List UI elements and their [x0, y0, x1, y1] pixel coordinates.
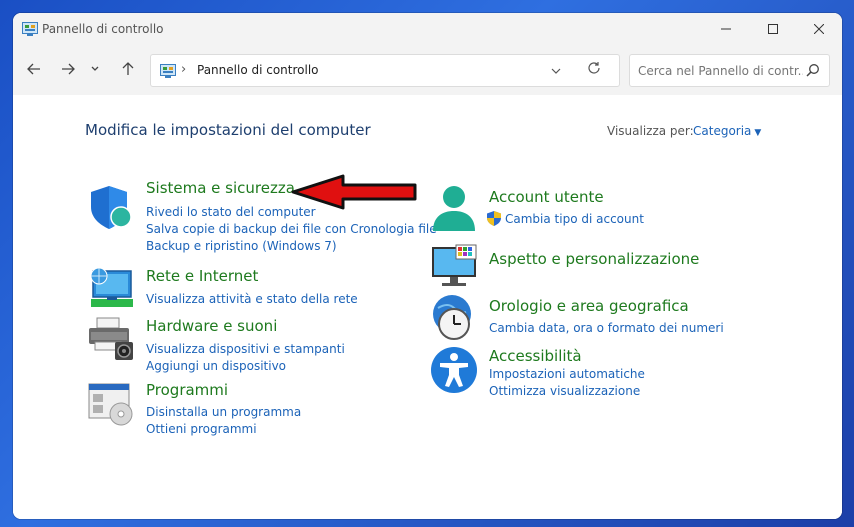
user-icon[interactable]	[430, 185, 478, 233]
category-title-clock-region[interactable]: Orologio e area geografica	[489, 297, 689, 315]
close-button[interactable]	[796, 13, 842, 45]
category-clock-region: Orologio e area geografica Cambia data, …	[430, 294, 810, 342]
annotation-arrow-icon	[291, 174, 417, 210]
view-by-label: Visualizza per:	[607, 124, 694, 138]
shield-icon[interactable]	[87, 183, 135, 231]
recent-locations-button[interactable]	[88, 58, 102, 80]
arrow-left-icon	[27, 63, 40, 75]
category-appearance: Aspetto e personalizzazione	[430, 243, 810, 286]
category-title-system-security[interactable]: Sistema e sicurezza	[146, 179, 295, 197]
link-change-account-type[interactable]: Cambia tipo di account	[505, 212, 644, 226]
up-button[interactable]	[117, 58, 139, 80]
category-title-appearance[interactable]: Aspetto e personalizzazione	[489, 250, 699, 268]
link-network-status[interactable]: Visualizza attività e stato della rete	[146, 292, 358, 306]
minimize-button[interactable]	[703, 13, 749, 45]
link-get-programs[interactable]: Ottieni programmi	[146, 422, 257, 436]
category-title-hardware-sound[interactable]: Hardware e suoni	[146, 317, 277, 335]
link-add-device[interactable]: Aggiungi un dispositivo	[146, 359, 286, 373]
link-change-date-time[interactable]: Cambia data, ora o formato dei numeri	[489, 321, 724, 335]
link-devices-printers[interactable]: Visualizza dispositivi e stampanti	[146, 342, 345, 356]
maximize-button[interactable]	[750, 13, 796, 45]
display-icon[interactable]	[430, 243, 478, 291]
minimize-icon	[721, 28, 731, 30]
category-title-programs[interactable]: Programmi	[146, 381, 228, 399]
category-programs: Programmi Disinstalla un programma Ottie…	[87, 380, 427, 440]
search-icon[interactable]	[806, 63, 820, 77]
breadcrumb-separator-icon[interactable]: ›	[181, 62, 186, 77]
caret-down-icon: ▼	[754, 128, 762, 138]
window-title: Pannello di controllo	[42, 22, 164, 36]
link-automatic-settings[interactable]: Impostazioni automatiche	[489, 367, 645, 381]
category-hardware-sound: Hardware e suoni Visualizza dispositivi …	[87, 314, 427, 374]
view-by-dropdown[interactable]: Categoria ▼	[693, 124, 761, 138]
page-title: Modifica le impostazioni del computer	[85, 121, 371, 139]
close-icon	[814, 24, 824, 34]
forward-button[interactable]	[57, 58, 79, 80]
maximize-icon	[768, 24, 778, 34]
category-accessibility: Accessibilità Impostazioni automatiche O…	[430, 346, 810, 398]
link-optimize-display[interactable]: Ottimizza visualizzazione	[489, 384, 640, 398]
title-bar[interactable]: Pannello di controllo	[13, 13, 842, 45]
search-input[interactable]	[638, 62, 803, 80]
category-network-internet: Rete e Internet Visualizza attività e st…	[87, 265, 427, 313]
main-content: Modifica le impostazioni del computer Vi…	[13, 95, 842, 519]
view-by-value: Categoria	[693, 124, 752, 138]
link-backup-restore-win7[interactable]: Backup e ripristino (Windows 7)	[146, 239, 337, 253]
search-box[interactable]	[629, 54, 830, 87]
chevron-down-icon	[551, 68, 561, 74]
refresh-icon	[588, 62, 600, 74]
link-file-history-backup[interactable]: Salva copie di backup dei file con Crono…	[146, 222, 437, 236]
address-dropdown-button[interactable]	[551, 63, 561, 77]
category-title-accessibility[interactable]: Accessibilità	[489, 347, 582, 365]
control-panel-icon	[22, 22, 38, 36]
category-title-network-internet[interactable]: Rete e Internet	[146, 267, 258, 285]
refresh-button[interactable]	[587, 61, 601, 79]
breadcrumb-control-panel[interactable]: Pannello di controllo	[197, 63, 319, 77]
network-icon[interactable]	[87, 265, 135, 313]
uac-shield-icon	[487, 211, 501, 226]
printer-icon[interactable]	[87, 314, 135, 362]
arrow-right-icon	[62, 63, 75, 75]
clock-icon[interactable]	[430, 294, 478, 342]
category-title-user-accounts[interactable]: Account utente	[489, 188, 604, 206]
chevron-down-icon	[91, 66, 99, 71]
accessibility-icon[interactable]	[430, 346, 478, 394]
back-button[interactable]	[23, 58, 45, 80]
control-panel-window: Pannello di controllo › Pannello di cont…	[13, 13, 842, 519]
link-uninstall-program[interactable]: Disinstalla un programma	[146, 405, 301, 419]
arrow-up-icon	[122, 62, 134, 75]
programs-icon[interactable]	[87, 380, 135, 428]
category-user-accounts: Account utente Cambia tipo di account	[430, 185, 810, 235]
navigation-bar: › Pannello di controllo	[13, 45, 842, 95]
control-panel-icon	[160, 64, 176, 78]
address-bar[interactable]: › Pannello di controllo	[150, 54, 620, 87]
